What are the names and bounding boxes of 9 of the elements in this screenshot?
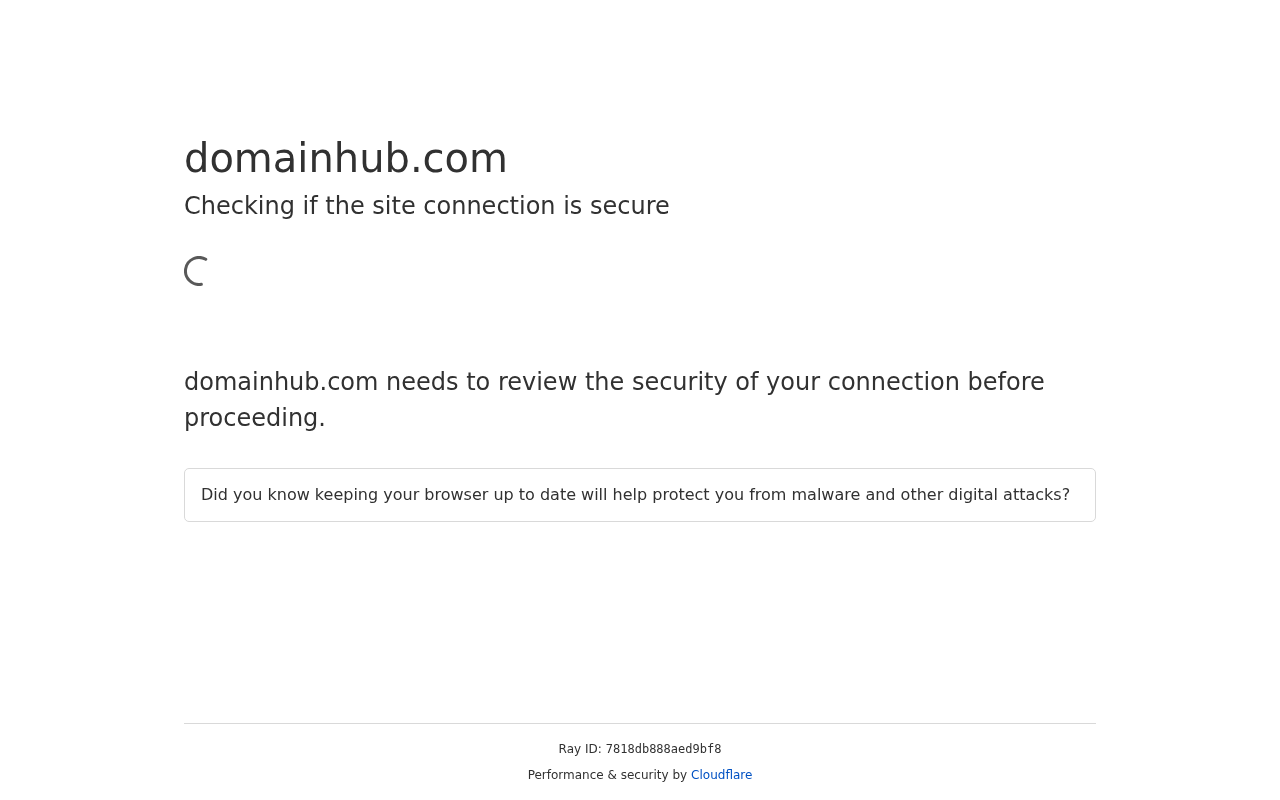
credit-text: Performance & security by bbox=[527, 767, 688, 784]
site-title: domainhub.com bbox=[184, 134, 509, 183]
review-message: domainhub.com needs to review the security of your connection before proceeding. bbox=[184, 367, 1046, 434]
page-subtitle: Checking if the site connection is secure bbox=[184, 191, 670, 222]
ray-id-value: 7818db888aed9bf8 bbox=[605, 741, 722, 758]
ray-id-label: Ray ID: bbox=[558, 741, 602, 758]
security-tip: Did you know keeping your browser up to date will help protect you from malware and other digital attacks? bbox=[184, 468, 1096, 522]
cloudflare-link[interactable]: Cloudflare bbox=[691, 765, 753, 785]
loading-spinner-icon bbox=[184, 256, 208, 286]
